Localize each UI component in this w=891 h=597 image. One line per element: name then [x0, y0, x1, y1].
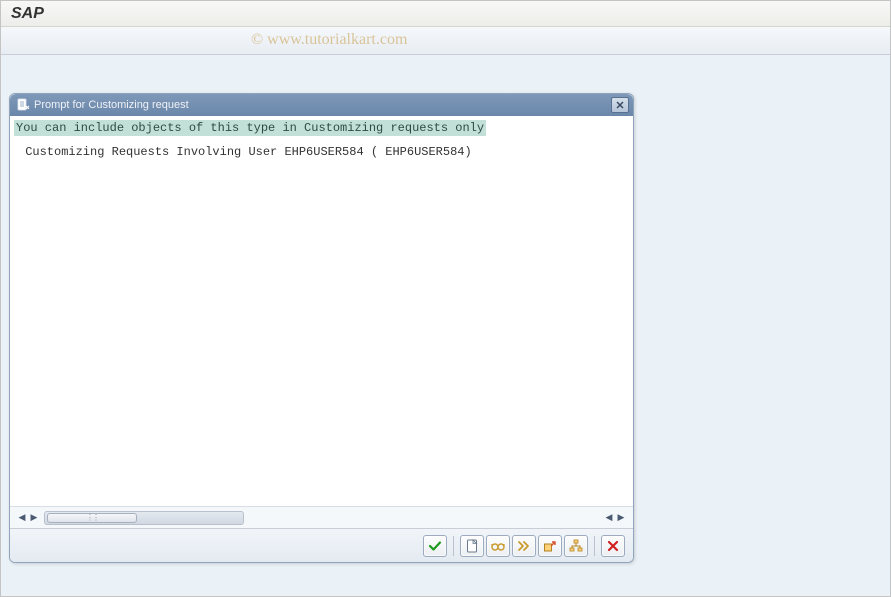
check-icon: [427, 538, 443, 554]
box-arrow-icon: [542, 538, 558, 554]
double-arrow-right-icon: [516, 538, 532, 554]
cancel-button[interactable]: [601, 535, 625, 557]
info-message: You can include objects of this type in …: [14, 119, 629, 137]
app-title: SAP: [11, 5, 44, 23]
create-request-button[interactable]: [460, 535, 484, 557]
request-user-line: Customizing Requests Involving User EHP6…: [14, 143, 629, 161]
scroll-right-end-arrow-icon[interactable]: ▶: [615, 511, 627, 525]
main-area: Prompt for Customizing request You can i…: [1, 55, 890, 596]
hierarchy-button[interactable]: [564, 535, 588, 557]
new-document-icon: [464, 538, 480, 554]
close-icon: [615, 100, 625, 110]
cancel-icon: [605, 538, 621, 554]
separator: [594, 536, 595, 556]
separator: [453, 536, 454, 556]
customizing-request-dialog: Prompt for Customizing request You can i…: [9, 93, 634, 563]
dialog-title: Prompt for Customizing request: [34, 99, 611, 111]
dialog-body: You can include objects of this type in …: [10, 116, 633, 506]
document-icon: [16, 98, 30, 112]
scroll-right-arrow-icon[interactable]: ▶: [28, 511, 40, 525]
hierarchy-icon: [568, 538, 584, 554]
scrollbar-thumb[interactable]: [47, 513, 137, 523]
scrollbar-track[interactable]: [44, 511, 244, 525]
dialog-titlebar[interactable]: Prompt for Customizing request: [10, 94, 633, 116]
body-spacer: [14, 161, 629, 503]
horizontal-scrollbar: ◀ ▶ ◀ ▶: [10, 506, 633, 528]
own-requests-button[interactable]: [486, 535, 510, 557]
dialog-footer: [10, 528, 633, 562]
next-button[interactable]: [512, 535, 536, 557]
scroll-left-end-arrow-icon[interactable]: ◀: [603, 511, 615, 525]
add-to-request-button[interactable]: [538, 535, 562, 557]
close-button[interactable]: [611, 97, 629, 113]
watermark-text: © www.tutorialkart.com: [251, 31, 407, 49]
app-titlebar: SAP: [1, 1, 890, 27]
continue-button[interactable]: [423, 535, 447, 557]
glasses-icon: [490, 538, 506, 554]
scroll-left-arrow-icon[interactable]: ◀: [16, 511, 28, 525]
app-toolbar: © www.tutorialkart.com: [1, 27, 890, 55]
info-message-text: You can include objects of this type in …: [14, 120, 486, 136]
